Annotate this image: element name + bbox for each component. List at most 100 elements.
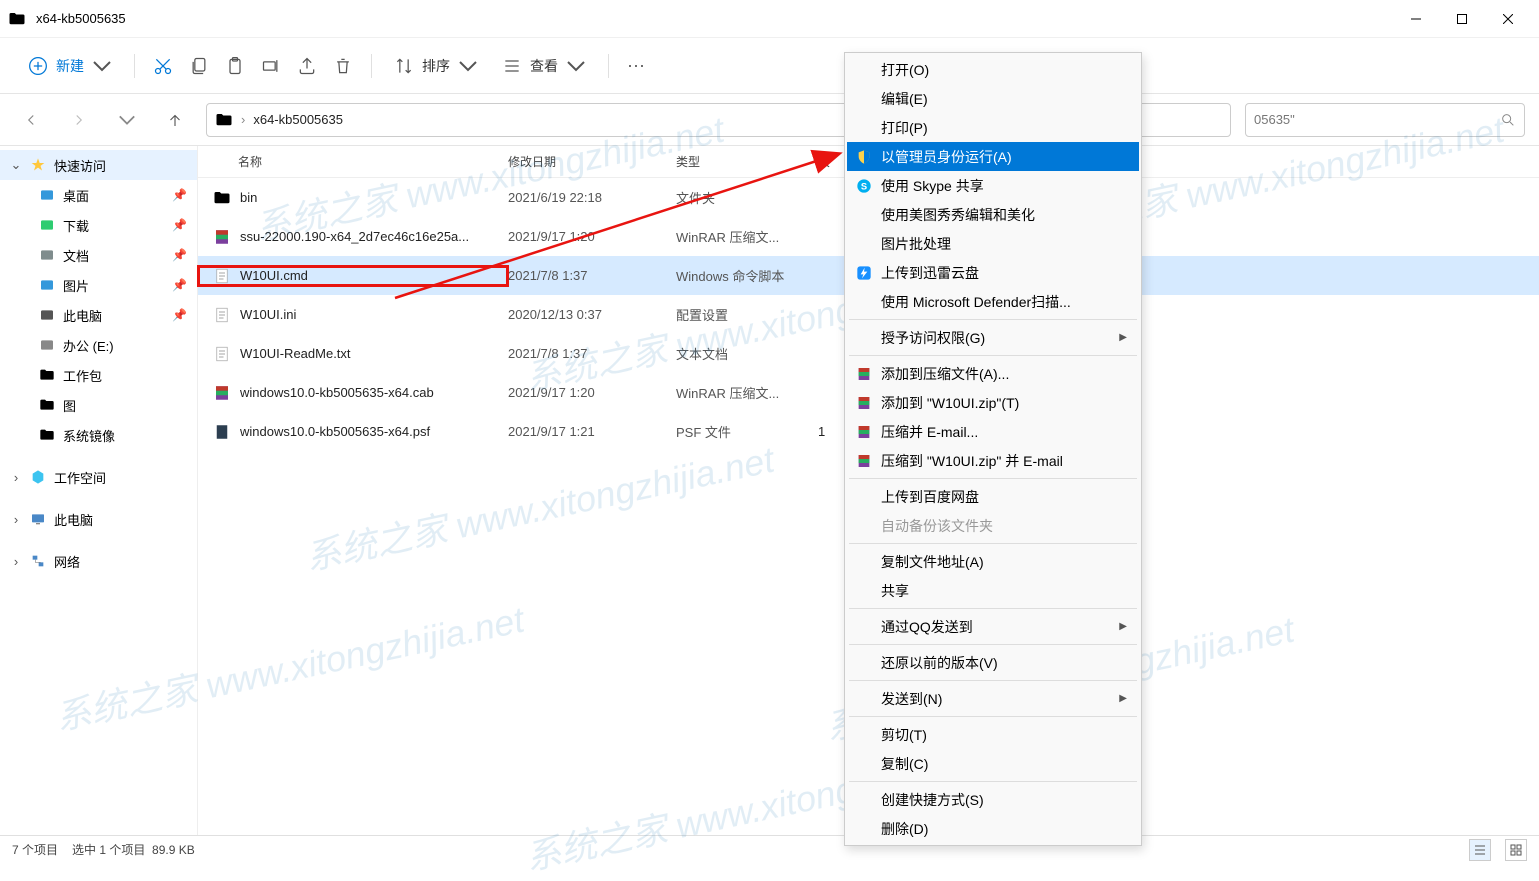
search-input[interactable]: 05635" [1245, 103, 1525, 137]
star-icon [29, 156, 47, 174]
menu-item[interactable]: 使用 Microsoft Defender扫描... [847, 287, 1139, 316]
file-type: 文本文档 [676, 344, 818, 363]
menu-separator [849, 319, 1137, 320]
chevron-right-icon[interactable]: › [10, 512, 22, 527]
file-icon [212, 266, 232, 286]
file-name: windows10.0-kb5005635-x64.psf [240, 424, 430, 439]
column-name[interactable]: 名称 [198, 153, 508, 170]
nav-bar: › x64-kb5005635 05635" [0, 94, 1539, 146]
file-name: bin [240, 190, 257, 205]
svg-text:S: S [861, 181, 867, 191]
file-size: 1 [818, 424, 825, 439]
pin-icon: 📌 [172, 218, 187, 232]
copy-button[interactable] [183, 50, 215, 82]
menu-item[interactable]: 创建快捷方式(S) [847, 785, 1139, 814]
menu-item[interactable]: 删除(D) [847, 814, 1139, 843]
menu-separator [849, 680, 1137, 681]
menu-item[interactable]: 共享 [847, 576, 1139, 605]
share-button[interactable] [291, 50, 323, 82]
forward-button[interactable] [62, 103, 96, 137]
view-button[interactable]: 查看 [492, 50, 596, 82]
more-button[interactable]: ··· [621, 49, 651, 82]
menu-item[interactable]: S使用 Skype 共享 [847, 171, 1139, 200]
menu-item[interactable]: 打开(O) [847, 55, 1139, 84]
skype-icon: S [855, 177, 873, 195]
rename-button[interactable] [255, 50, 287, 82]
delete-button[interactable] [327, 50, 359, 82]
menu-item[interactable]: 上传到迅雷云盘 [847, 258, 1139, 287]
back-button[interactable] [14, 103, 48, 137]
chevron-right-icon[interactable]: › [10, 554, 22, 569]
chevron-right-icon: ▶ [1119, 621, 1127, 632]
sidebar-item[interactable]: 图 [0, 390, 197, 420]
file-date: 2021/9/17 1:21 [508, 424, 676, 439]
file-name: W10UI.cmd [240, 268, 308, 283]
sidebar-item[interactable]: 图片📌 [0, 270, 197, 300]
sidebar-item[interactable]: 工作包 [0, 360, 197, 390]
sidebar-item[interactable]: 桌面📌 [0, 180, 197, 210]
up-button[interactable] [158, 103, 192, 137]
plus-circle-icon [28, 56, 48, 76]
maximize-button[interactable] [1439, 3, 1485, 35]
menu-item[interactable]: 授予访问权限(G)▶ [847, 323, 1139, 352]
chevron-down-icon[interactable]: ⌄ [10, 157, 22, 173]
menu-item[interactable]: 复制(C) [847, 749, 1139, 778]
sidebar-workspace[interactable]: › 工作空间 [0, 462, 197, 492]
sidebar-item[interactable]: 文档📌 [0, 240, 197, 270]
menu-item[interactable]: 压缩并 E-mail... [847, 417, 1139, 446]
item-icon [38, 276, 56, 294]
sidebar-item[interactable]: 办公 (E:) [0, 330, 197, 360]
sidebar-quick-access[interactable]: ⌄ 快速访问 [0, 150, 197, 180]
file-type: PSF 文件 [676, 422, 818, 441]
menu-item[interactable]: 复制文件地址(A) [847, 547, 1139, 576]
chevron-down-icon [566, 56, 586, 76]
menu-item[interactable]: 剪切(T) [847, 720, 1139, 749]
menu-item[interactable]: 还原以前的版本(V) [847, 648, 1139, 677]
menu-item[interactable]: 添加到压缩文件(A)... [847, 359, 1139, 388]
sort-button[interactable]: 排序 [384, 50, 488, 82]
close-button[interactable] [1485, 3, 1531, 35]
network-icon [29, 552, 47, 570]
menu-separator [849, 716, 1137, 717]
file-type: WinRAR 压缩文... [676, 383, 818, 402]
file-type: Windows 命令脚本 [676, 266, 818, 285]
file-name: ssu-22000.190-x64_2d7ec46c16e25a... [240, 229, 469, 244]
item-icon [38, 306, 56, 324]
menu-item[interactable]: 使用美图秀秀编辑和美化 [847, 200, 1139, 229]
file-icon [212, 422, 232, 442]
menu-item[interactable]: 上传到百度网盘 [847, 482, 1139, 511]
file-type: WinRAR 压缩文... [676, 227, 818, 246]
chevron-right-icon: ▶ [1119, 693, 1127, 704]
menu-item[interactable]: 压缩到 "W10UI.zip" 并 E-mail [847, 446, 1139, 475]
minimize-button[interactable] [1393, 3, 1439, 35]
menu-item[interactable]: 发送到(N)▶ [847, 684, 1139, 713]
folder-icon [8, 10, 26, 28]
paste-button[interactable] [219, 50, 251, 82]
rar-icon [855, 452, 873, 470]
chevron-down-icon [92, 56, 112, 76]
menu-item[interactable]: 通过QQ发送到▶ [847, 612, 1139, 641]
breadcrumb[interactable]: x64-kb5005635 [253, 112, 343, 127]
menu-item[interactable]: 编辑(E) [847, 84, 1139, 113]
sidebar-network[interactable]: › 网络 [0, 546, 197, 576]
menu-item[interactable]: 添加到 "W10UI.zip"(T) [847, 388, 1139, 417]
sidebar-item[interactable]: 下载📌 [0, 210, 197, 240]
recent-dropdown[interactable] [110, 103, 144, 137]
menu-item[interactable]: 以管理员身份运行(A) [847, 142, 1139, 171]
large-icons-view-button[interactable] [1505, 839, 1527, 861]
menu-separator [849, 781, 1137, 782]
cut-button[interactable] [147, 50, 179, 82]
chevron-right-icon[interactable]: › [10, 470, 22, 485]
menu-item[interactable]: 打印(P) [847, 113, 1139, 142]
rar-icon [855, 423, 873, 441]
new-button[interactable]: 新建 [18, 50, 122, 82]
pin-icon: 📌 [172, 278, 187, 292]
column-type[interactable]: 类型 [676, 153, 818, 170]
sidebar-this-pc[interactable]: › 此电脑 [0, 504, 197, 534]
details-view-button[interactable] [1469, 839, 1491, 861]
menu-item[interactable]: 图片批处理 [847, 229, 1139, 258]
column-date[interactable]: 修改日期 [508, 153, 676, 170]
sidebar-item[interactable]: 此电脑📌 [0, 300, 197, 330]
item-icon [38, 366, 56, 384]
sidebar-item[interactable]: 系统镜像 [0, 420, 197, 450]
